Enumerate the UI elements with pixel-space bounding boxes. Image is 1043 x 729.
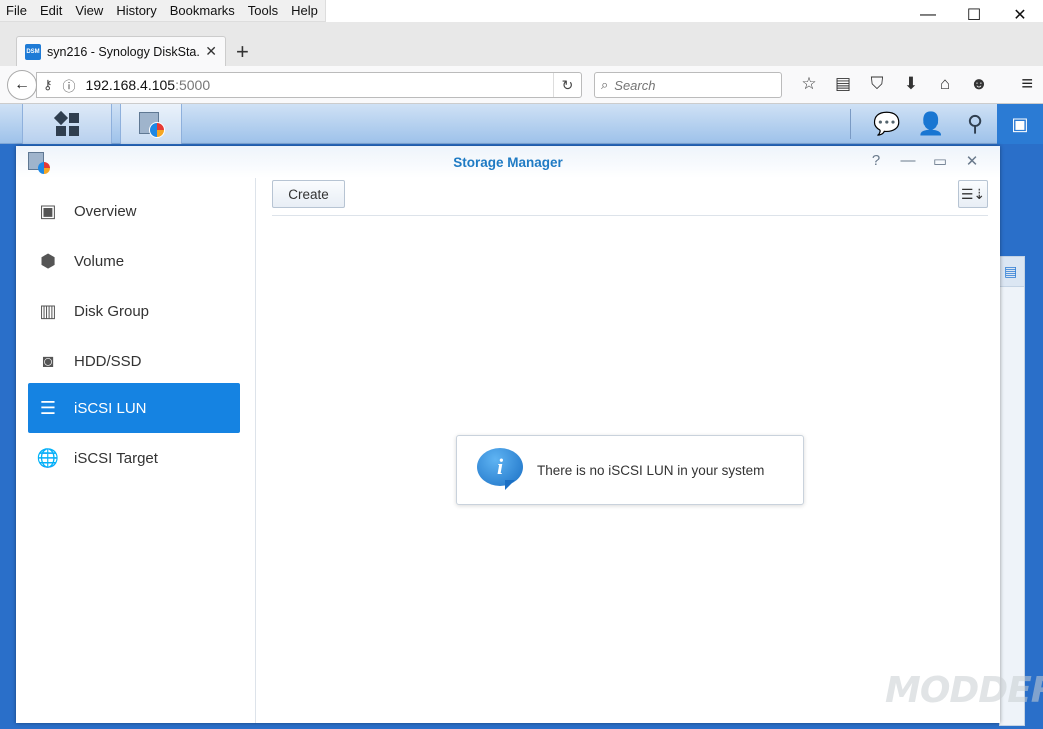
tab-title: syn216 - Synology DiskSta...: [47, 44, 202, 59]
search-icon[interactable]: ⚲: [953, 111, 997, 137]
globe-icon: 🌐: [36, 447, 60, 468]
search-icon: ⌕: [601, 77, 609, 92]
menu-tools[interactable]: Tools: [242, 0, 285, 21]
taskbar-separator: [850, 109, 851, 139]
taskbar-right: 💬 👤 ⚲ ▣: [850, 104, 1043, 144]
menu-view[interactable]: View: [69, 0, 110, 21]
url-port: :5000: [175, 77, 211, 93]
create-button[interactable]: Create: [272, 180, 345, 208]
info-glyph: i: [477, 448, 523, 486]
tab-strip: DSM syn216 - Synology DiskSta... ✕ +: [0, 22, 1043, 66]
toolbar-icons: ☆ ▤ ⛉ ⬇ ⌂ ☻: [792, 74, 996, 94]
pocket-icon[interactable]: ⛉: [860, 74, 894, 94]
main-toolbar: Create ☰⇣: [272, 180, 988, 216]
search-input[interactable]: [614, 77, 765, 93]
info-circle-icon[interactable]: ⓘ: [63, 76, 76, 95]
user-icon[interactable]: 👤: [909, 111, 953, 137]
window-minimize-button[interactable]: —: [892, 152, 924, 170]
sidebar-item-disk-group[interactable]: ▥ Disk Group: [28, 286, 240, 336]
empty-state-text: There is no iSCSI LUN in your system: [537, 462, 765, 478]
navigation-bar: ⚷ ⓘ 192.168.4.105:5000 ↻ ← ⌕ ☆ ▤ ⛉ ⬇ ⌂ ☻…: [0, 66, 1043, 104]
back-button[interactable]: ←: [7, 70, 37, 100]
reload-icon[interactable]: ↻: [553, 73, 581, 97]
sidebar-item-label: HDD/SSD: [74, 352, 142, 370]
widget-header-icon: ▤: [1000, 257, 1024, 287]
browser-tab[interactable]: DSM syn216 - Synology DiskSta... ✕: [16, 36, 226, 66]
menu-list: File Edit View History Bookmarks Tools H…: [0, 0, 326, 22]
window-maximize-button[interactable]: ▭: [924, 152, 956, 170]
url-host: 192.168.4.105: [85, 77, 176, 93]
new-tab-icon[interactable]: +: [236, 39, 249, 65]
sidebar-item-hdd-ssd[interactable]: ◙ HDD/SSD: [28, 336, 240, 386]
home-icon[interactable]: ⌂: [928, 74, 962, 94]
sidebar-item-label: Overview: [74, 202, 137, 220]
menu-bar: File Edit View History Bookmarks Tools H…: [0, 0, 1043, 24]
sidebar-item-iscsi-target[interactable]: 🌐 iSCSI Target: [28, 433, 240, 483]
window-titlebar[interactable]: Storage Manager ? — ▭ ✕: [16, 146, 1000, 178]
smiley-icon[interactable]: ☻: [962, 74, 996, 94]
hamburger-menu-icon[interactable]: ≡: [1021, 73, 1033, 96]
download-icon[interactable]: ⬇: [894, 74, 928, 94]
database-icon: ☰: [39, 397, 57, 418]
notification-chat-icon[interactable]: 💬: [865, 111, 909, 137]
tab-close-icon[interactable]: ✕: [205, 43, 217, 60]
storage-manager-icon: [137, 110, 165, 138]
menu-edit[interactable]: Edit: [34, 0, 69, 21]
sort-icon[interactable]: ☰⇣: [958, 180, 988, 208]
window-close-button[interactable]: ✕: [956, 152, 988, 170]
storage-manager-task-button[interactable]: [120, 104, 182, 144]
menu-help[interactable]: Help: [285, 0, 325, 21]
menu-history[interactable]: History: [110, 0, 163, 21]
disk-group-icon: ▥: [39, 300, 57, 321]
main-menu-icon: [53, 110, 79, 136]
reading-list-icon[interactable]: ▤: [826, 74, 860, 94]
dsm-taskbar: 💬 👤 ⚲ ▣: [0, 104, 1043, 144]
storage-manager-window: Storage Manager ? — ▭ ✕ ▣ Overview ⬢ Vol…: [16, 146, 1000, 723]
back-arrow-icon: ←: [14, 76, 30, 93]
sidebar-item-overview[interactable]: ▣ Overview: [28, 186, 240, 236]
empty-state-message: i There is no iSCSI LUN in your system: [456, 435, 804, 505]
dsm-favicon-icon: DSM: [25, 43, 41, 60]
overview-icon: ▣: [39, 200, 57, 221]
search-bar[interactable]: ⌕: [594, 72, 782, 98]
sidebar-item-iscsi-lun[interactable]: ☰ iSCSI LUN: [28, 383, 240, 433]
bookmark-star-icon[interactable]: ☆: [792, 74, 826, 94]
key-icon[interactable]: ⚷: [43, 77, 53, 93]
widgets-icon[interactable]: ▣: [997, 104, 1043, 144]
menu-bookmarks[interactable]: Bookmarks: [164, 0, 242, 21]
window-title: Storage Manager: [453, 155, 563, 170]
sidebar-item-label: Volume: [74, 252, 125, 270]
desktop-widget: ▤: [999, 256, 1025, 726]
help-button[interactable]: ?: [860, 152, 892, 170]
sidebar-item-label: Disk Group: [74, 302, 150, 320]
hdd-icon: ◙: [42, 350, 54, 371]
window-buttons: ? — ▭ ✕: [860, 152, 988, 170]
watermark-logo: MODDERS: [885, 670, 1043, 711]
sidebar-item-volume[interactable]: ⬢ Volume: [28, 236, 240, 286]
sidebar-item-label: iSCSI LUN: [74, 399, 147, 417]
info-bubble-icon: i: [477, 448, 523, 492]
cubes-icon: ⬢: [40, 250, 56, 271]
sidebar: ▣ Overview ⬢ Volume ▥ Disk Group ◙ HDD/S…: [16, 178, 256, 723]
main-menu-button[interactable]: [22, 104, 112, 144]
menu-file[interactable]: File: [0, 0, 34, 21]
url-bar[interactable]: ⚷ ⓘ 192.168.4.105:5000 ↻: [36, 72, 582, 98]
sidebar-item-label: iSCSI Target: [74, 449, 158, 467]
